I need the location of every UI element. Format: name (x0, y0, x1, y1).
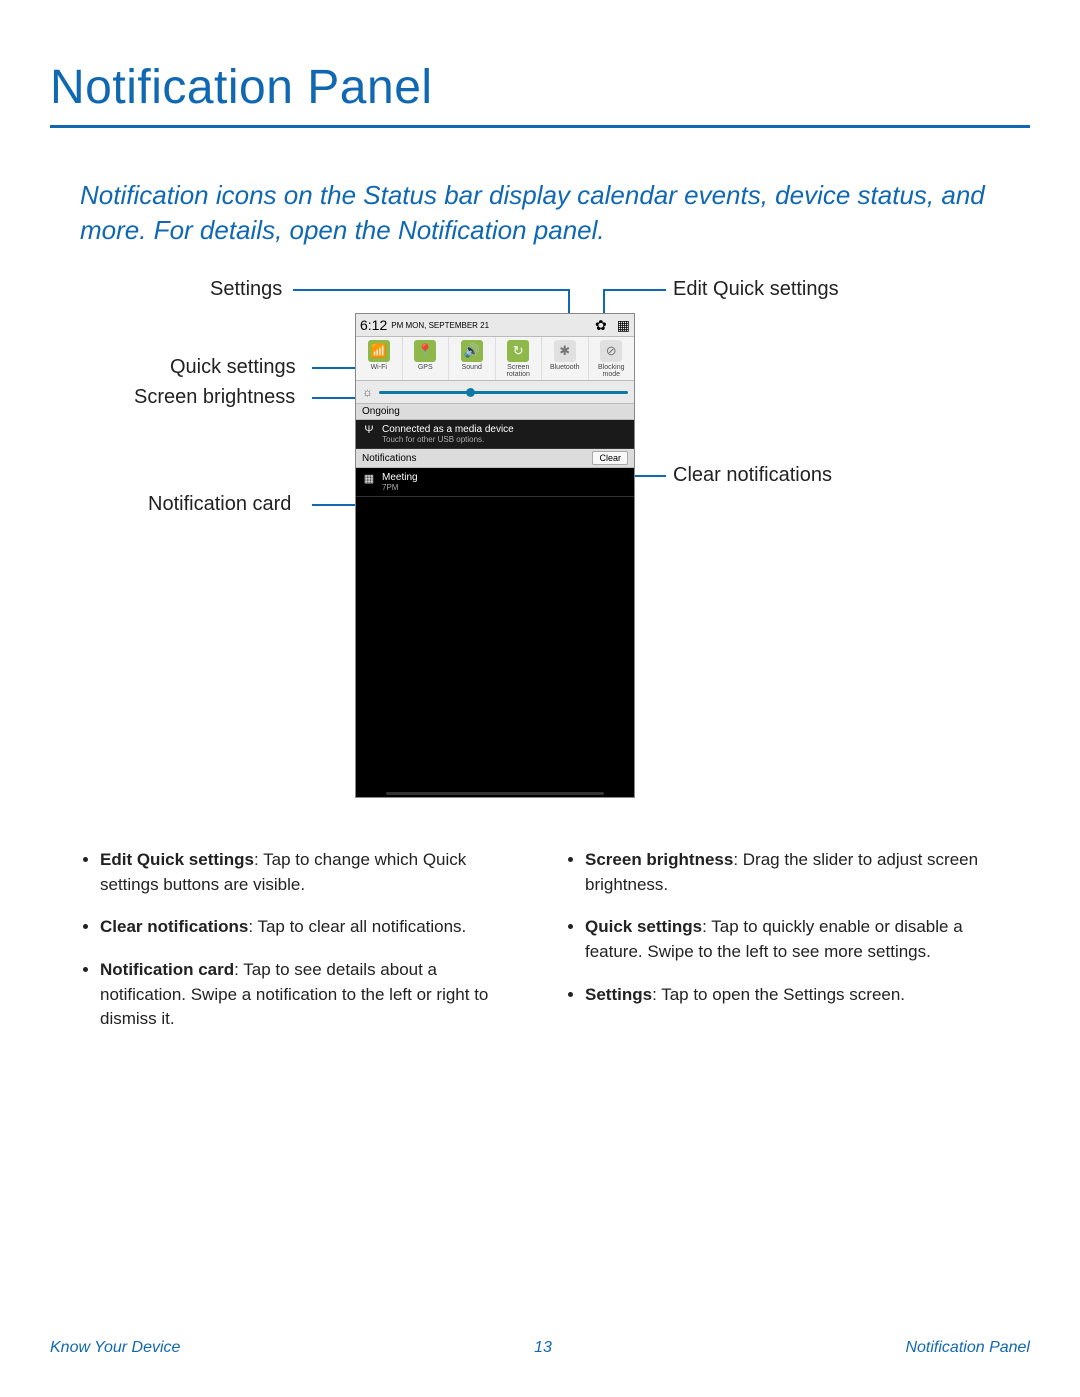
footer-page: 13 (534, 1339, 552, 1357)
list-item: Settings: Tap to open the Settings scree… (585, 983, 1000, 1008)
list-item: Edit Quick settings: Tap to change which… (100, 848, 515, 897)
clear-button[interactable]: Clear (592, 451, 628, 465)
callout-settings: Settings (210, 278, 282, 301)
quick-sound[interactable]: 🔊 Sound (449, 337, 496, 380)
grid-icon[interactable]: ▦ (617, 317, 630, 334)
notification-card[interactable]: ▦ Meeting 7PM (356, 468, 634, 497)
bullets-right: Screen brightness: Drag the slider to ad… (565, 848, 1000, 1050)
callout-brightness: Screen brightness (134, 386, 295, 409)
line-editquick-h (603, 289, 666, 291)
bluetooth-icon: ✱ (554, 340, 576, 362)
ongoing-item[interactable]: Ψ Connected as a media device Touch for … (356, 420, 634, 449)
sound-icon: 🔊 (461, 340, 483, 362)
quick-wifi[interactable]: 📶 Wi-Fi (356, 337, 403, 380)
line-settings-h (293, 289, 570, 291)
list-item: Quick settings: Tap to quickly enable or… (585, 915, 1000, 964)
list-item: Notification card: Tap to see details ab… (100, 958, 515, 1032)
gear-icon[interactable]: ✿ (595, 317, 607, 334)
footer: Know Your Device 13 Notification Panel (0, 1339, 1080, 1357)
wifi-icon: 📶 (368, 340, 390, 362)
ongoing-header: Ongoing (356, 404, 634, 420)
status-date: PM MON, SEPTEMBER 21 (391, 321, 489, 330)
gps-icon: 📍 (414, 340, 436, 362)
quick-settings-row: 📶 Wi-Fi 📍 GPS 🔊 Sound ↻ Screen rotation … (356, 337, 634, 381)
brightness-slider[interactable] (379, 391, 628, 394)
handle-bar (386, 792, 604, 795)
quick-blocking[interactable]: ⊘ Blocking mode (589, 337, 635, 380)
calendar-icon: ▦ (362, 472, 376, 485)
notifications-header: Notifications Clear (356, 449, 634, 468)
title-rule (50, 125, 1030, 128)
callout-notif-card: Notification card (148, 493, 291, 516)
bullets-left: Edit Quick settings: Tap to change which… (80, 848, 515, 1050)
brightness-row: ☼ (356, 381, 634, 404)
diagram: Settings Quick settings Screen brightnes… (60, 278, 1020, 828)
brightness-icon: ☼ (362, 385, 373, 399)
intro-text: Notification icons on the Status bar dis… (80, 178, 1000, 248)
usb-icon: Ψ (362, 424, 376, 436)
phone-screenshot: 6:12 PM MON, SEPTEMBER 21 ✿ ▦ 📶 Wi-Fi 📍 … (355, 313, 635, 798)
footer-right: Notification Panel (905, 1339, 1030, 1357)
list-item: Screen brightness: Drag the slider to ad… (585, 848, 1000, 897)
quick-gps[interactable]: 📍 GPS (403, 337, 450, 380)
callout-edit-quick: Edit Quick settings (673, 278, 839, 301)
footer-left: Know Your Device (50, 1339, 180, 1357)
list-item: Clear notifications: Tap to clear all no… (100, 915, 515, 940)
status-time: 6:12 (360, 317, 387, 333)
callout-quick-settings: Quick settings (170, 356, 296, 379)
rotation-icon: ↻ (507, 340, 529, 362)
quick-rotation[interactable]: ↻ Screen rotation (496, 337, 543, 380)
bullets: Edit Quick settings: Tap to change which… (50, 848, 1030, 1050)
status-bar: 6:12 PM MON, SEPTEMBER 21 ✿ ▦ (356, 314, 634, 337)
blocking-icon: ⊘ (600, 340, 622, 362)
callout-clear: Clear notifications (673, 464, 832, 487)
page-title: Notification Panel (50, 60, 1030, 115)
quick-bluetooth[interactable]: ✱ Bluetooth (542, 337, 589, 380)
